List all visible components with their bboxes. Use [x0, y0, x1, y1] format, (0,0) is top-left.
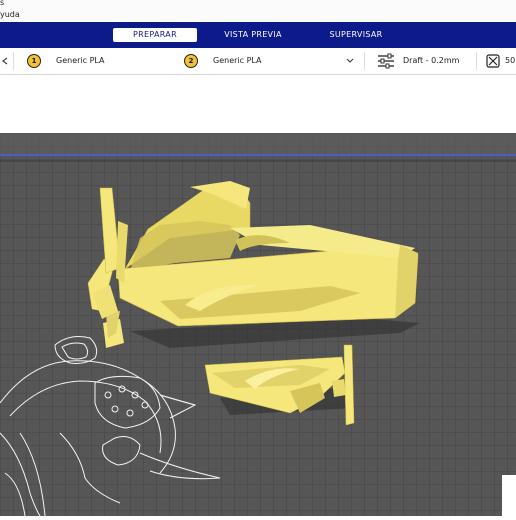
build-plate-viewport[interactable]	[0, 133, 516, 517]
support-icon[interactable]	[486, 48, 500, 74]
view-control-panel[interactable]	[502, 475, 516, 516]
infill-value[interactable]: 50	[505, 48, 515, 74]
stage-bar: PREPARAR VISTA PREVIA SUPERVISAR	[0, 22, 516, 48]
viewport-canvas	[0, 133, 516, 517]
menu-item-help[interactable]: yuda	[0, 10, 20, 19]
extruder-1-badge[interactable]: 1	[27, 54, 41, 68]
profile-label[interactable]: Draft - 0.2mm	[403, 48, 459, 74]
chevron-down-icon[interactable]	[345, 48, 355, 74]
print-setup-toolbar: 1 Generic PLA 2 Generic PLA Draft - 0.2m…	[0, 48, 516, 75]
menu-item-partial-top[interactable]: s	[0, 0, 4, 7]
toolbar-divider	[13, 52, 14, 70]
tab-vista-previa[interactable]: VISTA PREVIA	[213, 28, 293, 42]
toolbar-divider	[476, 52, 477, 70]
menu-bar: s yuda	[0, 0, 516, 22]
extruder-2-badge[interactable]: 2	[184, 54, 198, 68]
viewport-background	[0, 75, 516, 133]
settings-sliders-icon[interactable]	[376, 48, 396, 74]
toolbar-divider	[364, 52, 365, 70]
extruder-2-material[interactable]: Generic PLA	[213, 48, 262, 74]
chevron-left-icon[interactable]	[0, 48, 10, 74]
extruder-1-material[interactable]: Generic PLA	[56, 48, 105, 74]
tab-supervisar[interactable]: SUPERVISAR	[318, 28, 394, 42]
tab-preparar[interactable]: PREPARAR	[113, 28, 197, 42]
